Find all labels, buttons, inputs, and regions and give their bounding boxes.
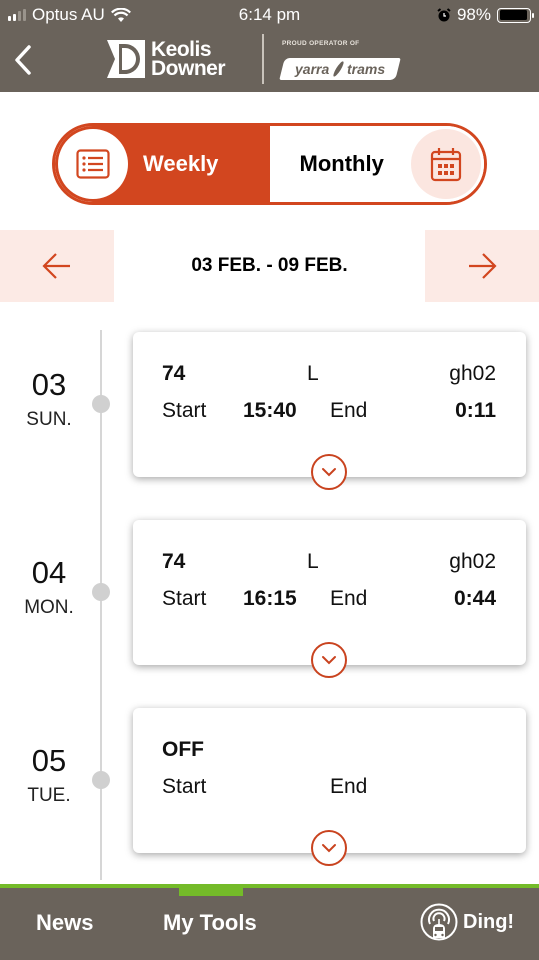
brand-line-2: Downer <box>151 57 226 80</box>
active-tab-indicator <box>179 884 243 896</box>
end-label: End <box>330 775 368 798</box>
partner-left: yarra <box>295 61 330 77</box>
day-date: 04 MON. <box>0 555 98 619</box>
day-weekday: MON. <box>24 597 74 618</box>
list-icon <box>76 149 110 179</box>
day-entry: 04 MON. 74 L gh02 Start 16:15 End 0:44 <box>0 520 539 678</box>
expand-button[interactable] <box>311 830 347 866</box>
day-weekday: SUN. <box>26 409 72 430</box>
weekly-label: Weekly <box>143 151 219 176</box>
weekly-toggle-button[interactable]: Weekly <box>55 126 270 202</box>
previous-week-button[interactable] <box>0 230 114 302</box>
ding-label: Ding! <box>463 910 515 933</box>
week-range: 03 FEB. - 09 FEB. <box>191 255 348 276</box>
shift-code: L <box>307 550 319 573</box>
back-button[interactable] <box>8 42 38 78</box>
shift-row-times: Start 16:15 End 0:44 <box>162 587 496 613</box>
day-date: 05 TUE. <box>0 743 98 807</box>
day-number: 04 <box>31 555 67 590</box>
end-time: 0:11 <box>455 399 496 422</box>
header-divider <box>262 34 264 84</box>
start-time: 16:15 <box>243 587 297 610</box>
leaf-icon <box>331 60 345 78</box>
expand-button[interactable] <box>311 454 347 490</box>
end-label: End <box>330 587 368 610</box>
shift-location: gh02 <box>449 550 496 573</box>
week-navigator: 03 FEB. - 09 FEB. <box>0 230 539 302</box>
monthly-label: Monthly <box>299 151 384 176</box>
arrow-left-icon <box>42 253 70 279</box>
tab-news[interactable]: News <box>36 910 93 936</box>
bottom-nav: News My Tools Ding! <box>0 884 539 960</box>
broadcast-tram-icon <box>420 903 458 941</box>
shift-row-top: 74 L gh02 <box>162 550 496 576</box>
monthly-toggle-button[interactable]: Monthly <box>269 126 484 202</box>
expand-button[interactable] <box>311 642 347 678</box>
shift-card[interactable]: 74 L gh02 Start 16:15 End 0:44 <box>133 520 526 678</box>
shift-row-top: OFF <box>162 738 496 764</box>
shift-number: 74 <box>162 362 186 385</box>
end-time: 0:44 <box>453 587 496 610</box>
weekly-icon-circle <box>58 129 128 199</box>
yarra-trams-logo: yarra trams <box>279 58 401 80</box>
start-time: 15:40 <box>243 399 297 422</box>
app-header: Keolis Downer PROUD OPERATOR OF yarra tr… <box>0 32 539 92</box>
calendar-icon <box>430 148 462 182</box>
day-entry: 05 TUE. OFF Start End <box>0 708 539 866</box>
tab-ding[interactable]: Ding! <box>419 902 514 942</box>
keolis-downer-logo: Keolis Downer <box>107 39 226 80</box>
timeline-dot <box>92 583 110 601</box>
keolis-downer-mark-icon <box>107 40 145 78</box>
chevron-down-icon <box>322 656 336 665</box>
next-week-button[interactable] <box>425 230 539 302</box>
start-label: Start <box>162 587 207 610</box>
app-screen: Optus AU 6:14 pm 98% Keolis Downer PROUD… <box>0 0 539 960</box>
battery-icon <box>497 7 534 23</box>
start-label: Start <box>162 399 207 422</box>
shift-number: OFF <box>162 738 204 761</box>
day-number: 03 <box>31 367 67 402</box>
arrow-right-icon <box>469 253 497 279</box>
shift-number: 74 <box>162 550 186 573</box>
view-toggle: Weekly Monthly <box>52 123 487 205</box>
chevron-down-icon <box>322 844 336 853</box>
tagline: PROUD OPERATOR OF <box>282 40 360 47</box>
shift-card[interactable]: 74 L gh02 Start 15:40 End 0:11 <box>133 332 526 490</box>
shift-code: L <box>307 362 319 385</box>
timeline-dot <box>92 395 110 413</box>
day-number: 05 <box>31 743 67 778</box>
brand-name: Keolis Downer <box>151 39 226 80</box>
shift-row-times: Start End <box>162 775 496 801</box>
monthly-icon-circle <box>411 129 481 199</box>
day-weekday: TUE. <box>27 785 71 806</box>
chevron-down-icon <box>322 468 336 477</box>
shift-location: gh02 <box>449 362 496 385</box>
shift-card[interactable]: OFF Start End <box>133 708 526 866</box>
status-bar: Optus AU 6:14 pm 98% <box>0 0 539 32</box>
day-date: 03 SUN. <box>0 367 98 431</box>
chevron-left-icon <box>15 45 31 75</box>
timeline-dot <box>92 771 110 789</box>
status-right: 98% <box>437 5 534 25</box>
shift-row-top: 74 L gh02 <box>162 362 496 388</box>
partner-right: trams <box>346 61 385 77</box>
start-label: Start <box>162 775 207 798</box>
tab-my-tools[interactable]: My Tools <box>163 910 257 936</box>
alarm-icon <box>437 8 451 22</box>
end-label: End <box>330 399 368 422</box>
battery-percent: 98% <box>456 5 491 24</box>
day-entry: 03 SUN. 74 L gh02 Start 15:40 End 0:11 <box>0 332 539 490</box>
top-bar: Optus AU 6:14 pm 98% Keolis Downer PROUD… <box>0 0 539 92</box>
shift-row-times: Start 15:40 End 0:11 <box>162 399 496 425</box>
